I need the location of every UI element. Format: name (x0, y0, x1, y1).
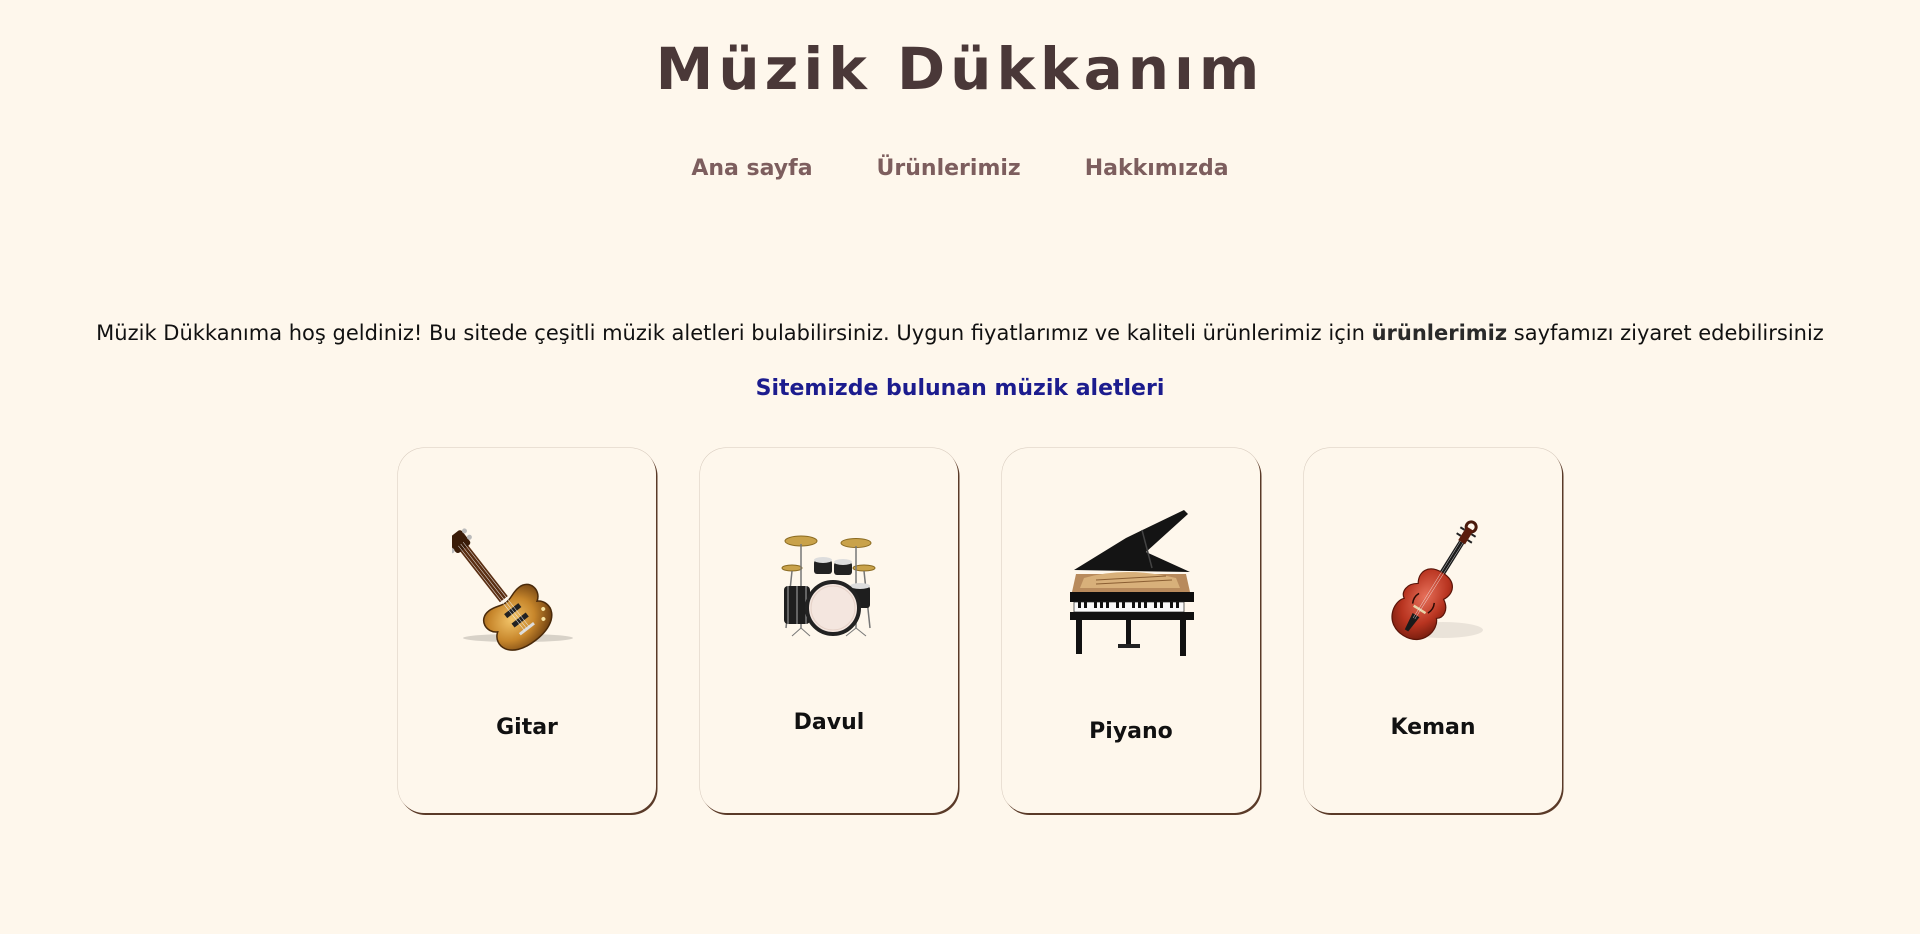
drum-kit-icon (781, 535, 876, 637)
site-title: Müzik Dükkanım (655, 35, 1265, 103)
page: Müzik Dükkanım Ana sayfa Ürünlerimiz Hak… (0, 0, 1920, 934)
main-nav: Ana sayfa Ürünlerimiz Hakkımızda (0, 154, 1920, 184)
section-title: Sitemizde bulunan müzik aletleri (755, 376, 1165, 401)
product-card-piyano[interactable]: Piyano (1002, 448, 1260, 813)
products-inline-link[interactable]: ürünlerimiz (1372, 321, 1508, 345)
product-name: Davul (793, 710, 865, 735)
violin-icon (1391, 520, 1483, 641)
guitar-icon (452, 528, 573, 651)
nav-home-link[interactable]: Ana sayfa (691, 154, 812, 184)
nav-about-link[interactable]: Hakkımızda (1085, 154, 1229, 184)
product-name: Piyano (1089, 719, 1173, 744)
product-card-davul[interactable]: Davul (700, 448, 958, 813)
grand-piano-icon (1070, 510, 1194, 656)
nav-products-link[interactable]: Ürünlerimiz (877, 154, 1021, 184)
product-name: Gitar (496, 715, 558, 740)
intro-text-before: Müzik Dükkanıma hoş geldiniz! Bu sitede … (96, 321, 1372, 345)
product-card-gitar[interactable]: Gitar (398, 448, 656, 813)
product-name: Keman (1390, 715, 1476, 740)
product-cards: Gitar Davul Piyano Keman (398, 448, 1568, 815)
intro-text-after: sayfamızı ziyaret edebilirsiniz (1507, 321, 1824, 345)
product-card-keman[interactable]: Keman (1304, 448, 1562, 813)
intro-paragraph: Müzik Dükkanıma hoş geldiniz! Bu sitede … (0, 318, 1920, 348)
